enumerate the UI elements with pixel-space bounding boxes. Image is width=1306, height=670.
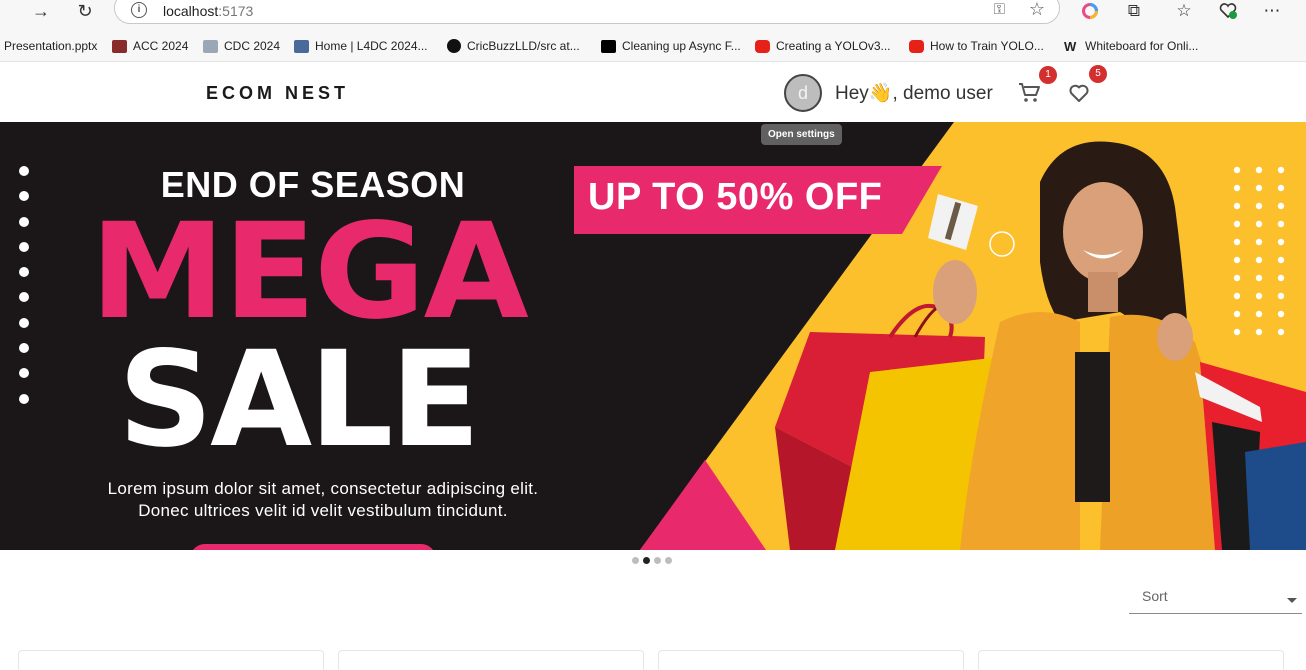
- url-text[interactable]: localhost:5173: [163, 3, 253, 19]
- product-card[interactable]: [338, 650, 644, 670]
- wishlist-heart-icon[interactable]: [1068, 82, 1090, 104]
- shop-now-button[interactable]: [190, 544, 436, 550]
- hero-sale-text: SALE: [118, 323, 481, 477]
- carousel-dot[interactable]: [665, 557, 672, 564]
- carousel-indicators: [632, 557, 672, 564]
- carousel-dot[interactable]: [654, 557, 661, 564]
- youtube-icon: [909, 39, 924, 53]
- bookmark-item[interactable]: Home | L4DC 2024...: [294, 37, 428, 55]
- hero-banner[interactable]: END OF SEASON MEGA SALE UP TO 50% OFF Lo…: [0, 122, 1306, 550]
- hero-body-line: Lorem ipsum dolor sit amet, consectetur …: [107, 479, 539, 498]
- hero-mega-text: MEGA: [90, 195, 529, 349]
- acc-icon: [112, 39, 127, 53]
- bookmark-item[interactable]: CDC 2024: [203, 37, 280, 55]
- wishlist-count-badge: 5: [1089, 65, 1107, 83]
- copilot-icon[interactable]: [1078, 0, 1102, 22]
- bookmark-item[interactable]: Cleaning up Async F...: [601, 37, 741, 55]
- performance-icon[interactable]: [1216, 0, 1240, 22]
- bookmark-item[interactable]: ACC 2024: [112, 37, 188, 55]
- bookmark-label: CDC 2024: [224, 39, 281, 53]
- bookmark-item[interactable]: CricBuzzLLD/src at...: [447, 37, 580, 55]
- carousel-dot[interactable]: [632, 557, 639, 564]
- user-avatar[interactable]: d: [784, 74, 822, 112]
- address-bar[interactable]: i localhost:5173 ⚿ ☆: [114, 0, 1060, 24]
- l4dc-icon: [294, 39, 309, 53]
- carousel-dot-active[interactable]: [643, 557, 650, 564]
- forward-icon[interactable]: →: [29, 0, 53, 22]
- settings-tooltip: Open settings: [761, 124, 842, 145]
- extensions-icon[interactable]: ⧉: [1122, 0, 1146, 22]
- hero-body-text: Lorem ipsum dolor sit amet, consectetur …: [40, 478, 606, 522]
- more-menu-icon[interactable]: ⋯: [1260, 0, 1284, 22]
- key-icon[interactable]: ⚿: [994, 1, 1005, 18]
- bookmark-label: Creating a YOLOv3...: [776, 39, 891, 53]
- app-header: ECOM NEST d Hey👋, demo user 1 5: [0, 63, 1306, 122]
- bookmark-label: Home | L4DC 2024...: [315, 39, 428, 53]
- bookmark-label: How to Train YOLO...: [930, 39, 1044, 53]
- bookmark-item[interactable]: Presentation.pptx: [4, 37, 97, 55]
- youtube-icon: [755, 39, 770, 53]
- sort-select[interactable]: Sort: [1129, 580, 1302, 614]
- user-greeting: Hey👋, demo user: [835, 83, 993, 104]
- cart-count-badge: 1: [1039, 66, 1057, 84]
- browser-toolbar: → ↻ i localhost:5173 ⚿ ☆ ⧉ ☆ ⋯: [0, 0, 1306, 28]
- bookmark-label: CricBuzzLLD/src at...: [467, 39, 580, 53]
- github-icon: [447, 39, 461, 53]
- bookmark-label: Cleaning up Async F...: [622, 39, 741, 53]
- bookmark-star-icon[interactable]: ☆: [1029, 0, 1045, 20]
- hero-promo-text: UP TO 50% OFF: [588, 176, 883, 218]
- product-card[interactable]: [978, 650, 1284, 670]
- whiteboard-icon: W: [1064, 38, 1077, 54]
- bookmark-item[interactable]: W Whiteboard for Onli...: [1064, 37, 1198, 55]
- hero-body-line: Donec ultrices velit id velit vestibulum…: [138, 501, 508, 520]
- bookmark-item[interactable]: How to Train YOLO...: [909, 37, 1044, 55]
- dev-icon: [601, 39, 616, 53]
- reload-icon[interactable]: ↻: [73, 0, 97, 22]
- bookmark-label: Presentation.pptx: [4, 39, 98, 53]
- cart-icon[interactable]: [1016, 81, 1042, 105]
- url-host: localhost: [163, 3, 219, 19]
- brand-logo[interactable]: ECOM NEST: [206, 83, 349, 104]
- product-card[interactable]: [18, 650, 324, 670]
- site-info-icon[interactable]: i: [131, 2, 147, 18]
- product-card[interactable]: [658, 650, 964, 670]
- dropdown-caret-icon: [1287, 598, 1297, 603]
- bookmark-label: Whiteboard for Onli...: [1085, 39, 1199, 53]
- favorites-icon[interactable]: ☆: [1172, 0, 1196, 22]
- bookmarks-bar: Presentation.pptx ACC 2024 CDC 2024 Home…: [0, 34, 1306, 58]
- url-port: :5173: [218, 3, 254, 19]
- bookmark-item[interactable]: Creating a YOLOv3...: [755, 37, 891, 55]
- sort-label: Sort: [1142, 588, 1168, 604]
- bookmark-label: ACC 2024: [133, 39, 189, 53]
- cdc-icon: [203, 39, 218, 53]
